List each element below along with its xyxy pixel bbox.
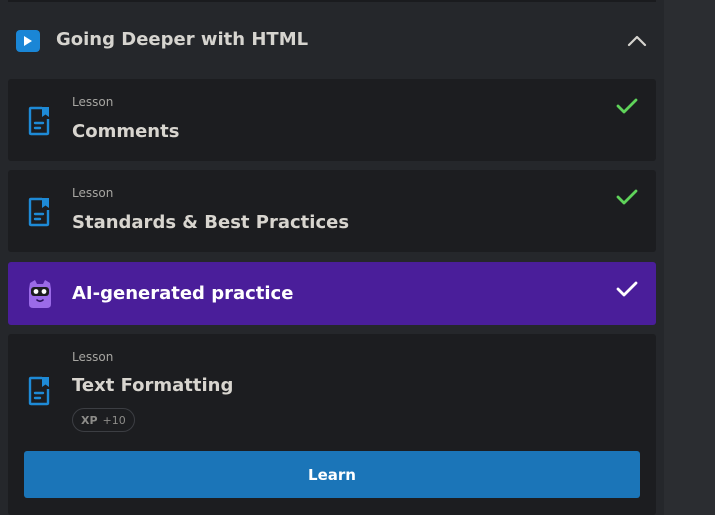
xp-badge: XP +10 [72,408,135,432]
lesson-item-standards[interactable]: Lesson Standards & Best Practices [8,170,656,252]
play-icon [16,30,40,52]
item-kind-label: Lesson [72,350,114,364]
section-title: Going Deeper with HTML [56,29,309,50]
mascot-icon [24,279,56,313]
check-icon [616,97,638,119]
item-title: Comments [72,121,180,142]
document-icon [28,376,52,410]
check-icon [616,280,638,302]
document-icon [28,106,52,140]
xp-value: +10 [102,413,126,427]
item-kind-label: Lesson [72,95,114,109]
previous-item-edge [8,0,656,2]
section-header[interactable]: Going Deeper with HTML [0,18,664,64]
learn-button[interactable]: Learn [24,451,640,498]
item-title: Standards & Best Practices [72,212,350,233]
xp-label: XP [81,413,98,427]
ai-practice-item[interactable]: AI-generated practice [8,262,656,325]
lesson-item-text-formatting: Lesson Text Formatting XP +10 Learn [8,334,656,515]
chevron-up-icon[interactable] [627,33,647,52]
course-section-panel: Going Deeper with HTML Lesson Comments L… [0,0,664,515]
lesson-item-comments[interactable]: Lesson Comments [8,79,656,161]
document-icon [28,197,52,231]
item-title: Text Formatting [72,375,234,396]
item-title: AI-generated practice [72,283,294,304]
check-icon [616,188,638,210]
item-kind-label: Lesson [72,186,114,200]
